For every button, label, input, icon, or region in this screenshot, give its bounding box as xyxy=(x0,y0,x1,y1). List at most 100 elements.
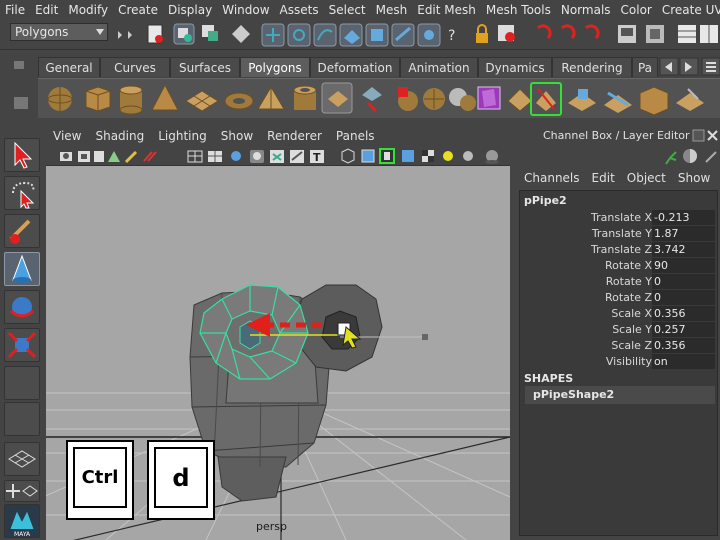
select-object-icon xyxy=(202,25,218,41)
tab-general[interactable]: General xyxy=(38,57,100,77)
menu-file[interactable]: File xyxy=(0,0,30,20)
viewport-menu-show[interactable]: Show xyxy=(214,126,260,146)
viewport-menu-bar: View Shading Lighting Show Renderer Pane… xyxy=(46,126,510,146)
menu-mesh[interactable]: Mesh xyxy=(371,0,413,20)
select-component-icon xyxy=(232,25,250,43)
tab-dynamics[interactable]: Dynamics xyxy=(478,57,552,77)
attr-row-scale-x[interactable]: Scale X 0.356 xyxy=(520,306,719,322)
attr-value-field[interactable]: 0.356 xyxy=(652,338,715,353)
attr-row-rotate-z[interactable]: Rotate Z 0 xyxy=(520,290,719,306)
attr-row-translate-z[interactable]: Translate Z 3.742 xyxy=(520,242,719,258)
tab-deformation[interactable]: Deformation xyxy=(310,57,400,77)
menu-set-dropdown[interactable]: Polygons xyxy=(10,23,108,41)
attr-value-field[interactable]: 0 xyxy=(652,274,715,289)
shelf-scroll-arrows[interactable] xyxy=(658,57,720,77)
polygons-shelf xyxy=(38,78,720,118)
channel-box-title: Channel Box / Layer Editor xyxy=(543,129,690,142)
viewport-menu-lighting[interactable]: Lighting xyxy=(151,126,214,146)
extract-icon xyxy=(398,87,418,111)
collapse-arrow-icons xyxy=(118,31,132,39)
attr-value-field[interactable]: 1.87 xyxy=(652,226,715,241)
select-tool-button[interactable] xyxy=(4,138,40,172)
attr-row-rotate-y[interactable]: Rotate Y 0 xyxy=(520,274,719,290)
attr-label: Scale Z xyxy=(611,339,652,352)
menu-display[interactable]: Display xyxy=(163,0,217,20)
render-settings-icon xyxy=(618,25,636,43)
tab-polygons[interactable]: Polygons xyxy=(240,57,310,77)
tab-partial[interactable]: Pa xyxy=(632,57,658,77)
smooth-icon xyxy=(423,88,445,110)
paint-select-tool-button[interactable] xyxy=(4,214,40,248)
move-tool-button[interactable] xyxy=(4,252,40,286)
cb-object-menu[interactable]: Object xyxy=(621,168,672,188)
toggle-panels-icon xyxy=(700,25,718,43)
select-hierarchy-icon xyxy=(173,23,195,45)
cb-show-menu[interactable]: Show xyxy=(672,168,716,188)
attr-row-scale-z[interactable]: Scale Z 0.356 xyxy=(520,338,719,354)
viewport-menu-shading[interactable]: Shading xyxy=(88,126,151,146)
channels-menu[interactable]: Channels xyxy=(514,168,586,188)
attr-label: Rotate Z xyxy=(604,291,652,304)
layout-quad-button[interactable] xyxy=(4,480,40,502)
menu-normals[interactable]: Normals xyxy=(556,0,616,20)
shelf-icons[interactable] xyxy=(38,79,720,119)
menu-color[interactable]: Color xyxy=(616,0,657,20)
panel-buttons[interactable] xyxy=(692,128,720,144)
tab-animation[interactable]: Animation xyxy=(400,57,478,77)
viewport-toolbar-icons[interactable]: T xyxy=(46,146,510,166)
attr-value-field[interactable]: 0.356 xyxy=(652,306,715,321)
menu-modify[interactable]: Modify xyxy=(63,0,113,20)
menu-edit-mesh[interactable]: Edit Mesh xyxy=(412,0,481,20)
maya-logo-icon xyxy=(10,511,34,530)
tab-rendering[interactable]: Rendering xyxy=(552,57,632,77)
menu-window[interactable]: Window xyxy=(217,0,274,20)
manip-handle xyxy=(422,334,428,340)
tab-surfaces[interactable]: Surfaces xyxy=(170,57,240,77)
menu-assets[interactable]: Assets xyxy=(275,0,324,20)
menu-edit[interactable]: Edit xyxy=(30,0,63,20)
attr-row-scale-y[interactable]: Scale Y 0.257 xyxy=(520,322,719,338)
empty-tool-slot[interactable] xyxy=(4,402,40,436)
close-icon xyxy=(707,130,718,141)
attr-row-translate-y[interactable]: Translate Y 1.87 xyxy=(520,226,719,242)
cb-edit-menu[interactable]: Edit xyxy=(586,168,621,188)
attr-value-field[interactable]: 0.257 xyxy=(652,322,715,337)
isolate-select-icon xyxy=(341,148,355,164)
xray-icon xyxy=(361,149,375,163)
separate-icon xyxy=(362,87,382,113)
poly-torus-icon xyxy=(224,92,254,110)
attr-label: Translate Y xyxy=(591,227,652,240)
menu-create-uvs[interactable]: Create UVs xyxy=(657,0,720,20)
viewport-menu-panels[interactable]: Panels xyxy=(329,126,382,146)
attr-label: Scale Y xyxy=(612,323,652,336)
object-name[interactable]: pPipe2 xyxy=(524,194,567,207)
grease-pencil-icon xyxy=(124,150,138,164)
attr-value-field[interactable]: 90 xyxy=(652,258,715,273)
attr-row-rotate-x[interactable]: Rotate X 90 xyxy=(520,258,719,274)
attr-value-field[interactable]: 3.742 xyxy=(652,242,715,257)
shape-node-name[interactable]: pPipeShape2 xyxy=(525,386,715,404)
select-arrow-icon xyxy=(14,141,33,169)
tab-curves[interactable]: Curves xyxy=(100,57,170,77)
layout-single-button[interactable] xyxy=(4,442,40,476)
lasso-tool-button[interactable] xyxy=(4,176,40,210)
last-tool-button[interactable] xyxy=(4,366,40,400)
menu-create[interactable]: Create xyxy=(113,0,163,20)
attribute-editor-icon xyxy=(705,151,717,163)
attr-value-field[interactable]: 0 xyxy=(652,290,715,305)
main-menu-bar: File Edit Modify Create Display Window A… xyxy=(0,0,720,20)
viewport-menu-view[interactable]: View xyxy=(46,126,88,146)
menu-mesh-tools[interactable]: Mesh Tools xyxy=(481,0,556,20)
xray-joints-icon xyxy=(379,148,395,164)
svg-text:MAYA: MAYA xyxy=(14,531,31,537)
attr-value-field[interactable]: on xyxy=(652,354,715,369)
smooth-shade-icon xyxy=(208,151,222,162)
image-plane-icon xyxy=(108,151,120,162)
viewport-menu-renderer[interactable]: Renderer xyxy=(260,126,329,146)
scale-tool-button[interactable] xyxy=(4,328,40,362)
attr-row-translate-x[interactable]: Translate X -0.213 xyxy=(520,210,719,226)
attr-row-visibility[interactable]: Visibility on xyxy=(520,354,719,370)
attr-value-field[interactable]: -0.213 xyxy=(652,210,715,225)
rotate-tool-button[interactable] xyxy=(4,290,40,324)
menu-select[interactable]: Select xyxy=(324,0,371,20)
